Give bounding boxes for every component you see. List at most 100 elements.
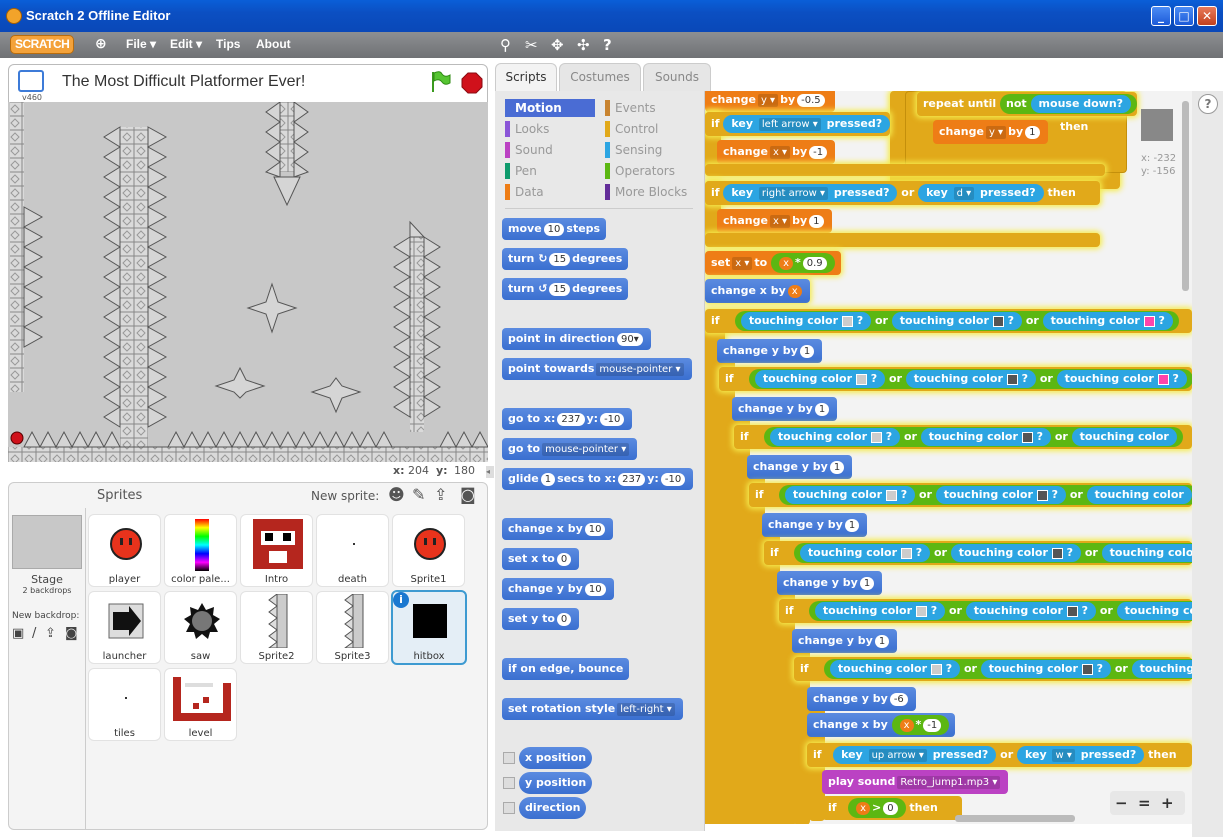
block-play-sound[interactable]: play sound Retro_jump1.mp3 ▾ bbox=[822, 770, 1009, 794]
category-motion[interactable]: Motion bbox=[505, 99, 595, 117]
color-swatch[interactable] bbox=[1036, 489, 1048, 501]
grow-icon[interactable]: ✥ bbox=[551, 36, 564, 54]
block-input[interactable]: 0 bbox=[556, 553, 572, 566]
block-change-y[interactable]: change y by 10 bbox=[502, 578, 614, 600]
tab-costumes[interactable]: Costumes bbox=[559, 63, 641, 91]
menu-tips[interactable]: Tips bbox=[216, 37, 240, 51]
info-icon[interactable]: i bbox=[393, 592, 409, 608]
block-dropdown[interactable]: mouse-pointer ▾ bbox=[596, 363, 684, 376]
color-swatch[interactable] bbox=[1051, 547, 1063, 559]
block-input[interactable]: 237 bbox=[557, 413, 585, 426]
block-input[interactable]: 1 bbox=[829, 461, 845, 474]
or-operator[interactable]: touching color ? or touching color ? or … bbox=[763, 427, 1183, 447]
touching-color-sensor[interactable]: touching color ? bbox=[799, 544, 931, 562]
block-dropdown[interactable]: left arrow ▾ bbox=[758, 118, 821, 131]
block-dropdown[interactable]: right arrow ▾ bbox=[758, 187, 829, 200]
touching-color-sensor[interactable]: touching color ? bbox=[829, 660, 961, 678]
y-position-checkbox[interactable] bbox=[503, 777, 515, 789]
variable-reporter[interactable]: x bbox=[899, 719, 914, 732]
or-operator[interactable]: touching color ? or touching color ? or … bbox=[808, 601, 1192, 621]
touching-color-sensor[interactable]: touching color ? bbox=[950, 544, 1081, 562]
sprite-tile[interactable]: launcher bbox=[88, 591, 161, 664]
sprite-tile[interactable]: level bbox=[164, 668, 237, 741]
touching-color-sensor[interactable]: touching color ? bbox=[935, 486, 1066, 504]
touching-color-sensor[interactable]: touching color ? bbox=[1042, 312, 1173, 330]
block-dropdown[interactable]: y ▾ bbox=[985, 126, 1007, 139]
or-operator[interactable]: touching color ? or touching color ? or … bbox=[823, 659, 1192, 679]
block-dropdown[interactable]: y ▾ bbox=[757, 94, 779, 107]
block-if-touching-6[interactable]: if touching color ? or touching color ? … bbox=[779, 599, 1192, 623]
block-dropdown[interactable]: x ▾ bbox=[732, 257, 753, 270]
category-operators[interactable]: Operators bbox=[605, 162, 700, 180]
block-if-up-arrow[interactable]: if key up arrow ▾ pressed? or key w ▾ pr… bbox=[807, 743, 1192, 767]
or-operator[interactable]: touching color ? or touching color ? or … bbox=[793, 543, 1192, 563]
block-if-touching-2[interactable]: if touching color ? or touching color ? … bbox=[719, 367, 1192, 391]
project-title[interactable]: The Most Difficult Platformer Ever! bbox=[62, 73, 305, 91]
touching-color-sensor[interactable]: touching color ? bbox=[740, 312, 872, 330]
block-dropdown[interactable]: x ▾ bbox=[769, 215, 791, 228]
camera-icon[interactable]: ◙ bbox=[460, 485, 476, 504]
block-input[interactable]: 1 bbox=[1025, 126, 1040, 139]
block-change-y-by[interactable]: change y by 1 bbox=[777, 571, 883, 595]
category-more-blocks[interactable]: More Blocks bbox=[605, 183, 700, 201]
block-change-y-by-minus[interactable]: change y ▾ by -0.5 bbox=[705, 91, 835, 112]
color-swatch[interactable] bbox=[900, 547, 912, 559]
touching-color-sensor[interactable]: touching color bbox=[1071, 428, 1177, 446]
touching-color-sensor[interactable]: touching color bbox=[1131, 660, 1192, 678]
duplicate-stamp-icon[interactable]: ⚲ bbox=[500, 36, 511, 54]
camera-backdrop-icon[interactable]: ◙ bbox=[65, 626, 78, 641]
zoom-out-icon[interactable]: − bbox=[1115, 794, 1128, 812]
vertical-scrollbar[interactable] bbox=[1182, 101, 1189, 291]
backdrop-library-icon[interactable]: ▣ bbox=[12, 626, 24, 641]
sprite-tile[interactable]: Sprite3 bbox=[316, 591, 389, 664]
block-change-y-by[interactable]: change y by 1 bbox=[732, 397, 838, 421]
block-if-on-edge-bounce[interactable]: if on edge, bounce bbox=[502, 658, 630, 680]
block-input[interactable]: 1 bbox=[844, 519, 860, 532]
block-change-y-by-1[interactable]: change y ▾ by 1 bbox=[933, 120, 1048, 144]
block-input[interactable]: 237 bbox=[618, 473, 646, 486]
x-position-checkbox[interactable] bbox=[503, 752, 515, 764]
color-swatch[interactable] bbox=[992, 315, 1004, 327]
block-set-y[interactable]: set y to 0 bbox=[502, 608, 580, 630]
block-input[interactable]: 15 bbox=[549, 283, 571, 296]
help-icon[interactable]: ? bbox=[1198, 94, 1218, 114]
block-dropdown[interactable]: Retro_jump1.mp3 ▾ bbox=[897, 776, 1001, 789]
block-help-icon[interactable]: ? bbox=[603, 36, 612, 54]
block-if-touching-1[interactable]: if touching color ? or touching color ? … bbox=[705, 309, 1192, 333]
touching-color-sensor[interactable]: touching color ? bbox=[1056, 370, 1187, 388]
block-change-x-by-x-times[interactable]: change x by x * -1 bbox=[807, 713, 956, 737]
block-dropdown[interactable]: mouse-pointer ▾ bbox=[542, 443, 630, 456]
block-change-y-by[interactable]: change y by 1 bbox=[792, 629, 898, 653]
block-set-x[interactable]: set x to 0 bbox=[502, 548, 580, 570]
color-swatch[interactable] bbox=[930, 663, 942, 675]
block-change-x-by-minus-1[interactable]: change x ▾ by -1 bbox=[717, 140, 836, 164]
color-swatch[interactable] bbox=[915, 605, 927, 617]
block-if-touching-4[interactable]: if touching color ? or touching color ? … bbox=[749, 483, 1192, 507]
globe-icon[interactable]: ⊕ bbox=[95, 36, 107, 52]
block-if-x-greater[interactable]: if x >0 then bbox=[822, 796, 962, 820]
color-swatch[interactable] bbox=[1021, 431, 1033, 443]
reporter-direction[interactable]: direction bbox=[519, 797, 587, 819]
block-go-to-xy[interactable]: go to x: 237 y: -10 bbox=[502, 408, 633, 430]
shrink-icon[interactable]: ✣ bbox=[577, 36, 590, 54]
block-set-x-to[interactable]: set x ▾ to x * 0.9 bbox=[705, 251, 841, 275]
sprite-tile[interactable]: Intro bbox=[240, 514, 313, 587]
key-pressed-sensor[interactable]: key left arrow ▾ pressed? bbox=[723, 115, 891, 133]
block-input[interactable]: 90▾ bbox=[617, 333, 643, 346]
block-input[interactable]: 0.9 bbox=[802, 257, 827, 270]
block-input[interactable]: -1 bbox=[809, 146, 828, 159]
or-operator[interactable]: touching color ? or touching color ? or … bbox=[778, 485, 1192, 505]
block-change-y-by[interactable]: change y by 1 bbox=[717, 339, 823, 363]
sprite-tile[interactable]: Sprite2 bbox=[240, 591, 313, 664]
multiply-operator[interactable]: x * 0.9 bbox=[771, 253, 835, 273]
block-input[interactable]: 10 bbox=[543, 223, 565, 236]
block-point-towards[interactable]: point towards mouse-pointer ▾ bbox=[502, 358, 692, 380]
category-sound[interactable]: Sound bbox=[505, 141, 595, 159]
multiply-operator[interactable]: x * -1 bbox=[891, 715, 950, 735]
collapse-stage-arrow-icon[interactable]: ◂ bbox=[486, 466, 494, 478]
touching-color-sensor[interactable]: touching color ? bbox=[754, 370, 886, 388]
color-swatch[interactable] bbox=[855, 373, 867, 385]
block-change-x[interactable]: change x by 10 bbox=[502, 518, 614, 540]
menu-edit[interactable]: Edit ▾ bbox=[170, 37, 202, 51]
variable-reporter[interactable]: x bbox=[779, 257, 793, 270]
